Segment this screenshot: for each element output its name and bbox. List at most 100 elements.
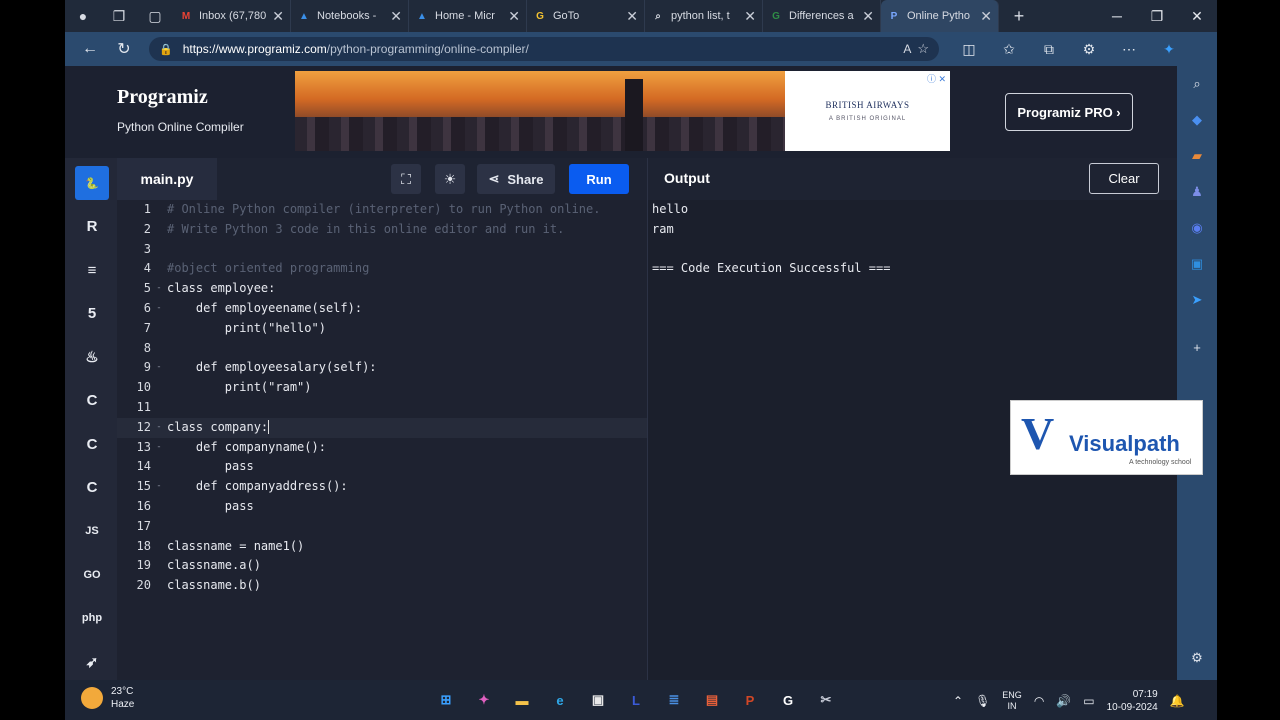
code-line[interactable]: 1 # Online Python compiler (interpreter) … — [117, 200, 647, 220]
sidebar-search-icon[interactable]: ⌕ — [1177, 66, 1217, 102]
language-csharp-icon[interactable]: C — [75, 471, 109, 505]
fold-marker[interactable]: - — [153, 299, 165, 319]
read-aloud-icon[interactable]: A — [903, 42, 911, 56]
language-c-icon[interactable]: C — [75, 384, 109, 418]
close-tab-icon[interactable]: ✕ — [744, 8, 756, 25]
split-screen-icon[interactable]: ◫ — [949, 41, 989, 58]
volume-icon[interactable]: 🔊 — [1056, 694, 1071, 708]
sidebar-tag-icon[interactable]: ◆ — [1177, 102, 1217, 138]
programiz-logo[interactable]: Programiz — [117, 86, 208, 109]
sidebar-outlook-icon[interactable]: ▣ — [1177, 246, 1217, 282]
sidebar-settings-icon[interactable]: ⚙ — [1177, 640, 1217, 676]
favorites-icon[interactable]: ✩ — [989, 41, 1029, 58]
browser-tab-3[interactable]: ▲ Home - Micr ✕ — [409, 0, 527, 32]
windows-start-icon[interactable]: ⊞ — [429, 685, 463, 715]
refresh-icon[interactable]: ↻ — [107, 39, 141, 59]
code-line[interactable]: 15- def companyaddress(): — [117, 477, 647, 497]
language-go-icon[interactable]: GO — [75, 558, 109, 592]
code-line[interactable]: 10 print("ram") — [117, 378, 647, 398]
sidebar-tools-icon[interactable]: ▰ — [1177, 138, 1217, 174]
fold-marker[interactable] — [153, 378, 165, 398]
ad-close-icon[interactable]: ⓘ ✕ — [927, 72, 946, 85]
ilovepdf-icon[interactable]: ▤ — [695, 685, 729, 715]
weather-widget[interactable]: 23°C Haze — [81, 685, 134, 711]
sidebar-add-icon[interactable]: + — [1177, 330, 1217, 366]
code-line[interactable]: 19 classname.a() — [117, 556, 647, 576]
close-window-icon[interactable]: ✕ — [1177, 8, 1217, 25]
fullscreen-icon[interactable]: ⛶ — [391, 164, 421, 194]
fold-marker[interactable] — [153, 537, 165, 557]
collections-icon[interactable]: ⧉ — [1029, 41, 1069, 58]
theme-toggle-icon[interactable]: ☀ — [435, 164, 465, 194]
fold-marker[interactable] — [153, 339, 165, 359]
browser-tab-2[interactable]: ▲ Notebooks - ✕ — [291, 0, 409, 32]
run-button[interactable]: Run — [569, 164, 629, 194]
browser-tab-5[interactable]: ⌕ python list, t ✕ — [645, 0, 763, 32]
fold-marker[interactable] — [153, 576, 165, 596]
code-line[interactable]: 18 classname = name1() — [117, 537, 647, 557]
language-sql-icon[interactable]: ≡ — [75, 253, 109, 287]
favorite-star-icon[interactable]: ☆ — [917, 41, 929, 57]
store-icon[interactable]: ▣ — [581, 685, 615, 715]
file-tab-main[interactable]: main.py — [117, 158, 217, 200]
more-menu-icon[interactable]: ⋯ — [1109, 41, 1149, 58]
restore-icon[interactable]: ❐ — [1137, 8, 1177, 25]
browser-tab-6[interactable]: G Differences a ✕ — [763, 0, 881, 32]
profile-icon[interactable]: ● — [65, 0, 101, 32]
fold-marker[interactable] — [153, 259, 165, 279]
fold-marker[interactable] — [153, 556, 165, 576]
minimize-icon[interactable]: ─ — [1097, 8, 1137, 25]
browser-tab-7[interactable]: P Online Pytho ✕ — [881, 0, 999, 32]
browser-tab-1[interactable]: M Inbox (67,780 ✕ — [173, 0, 291, 32]
url-field[interactable]: 🔒 https://www.programiz.com/python-progr… — [149, 37, 939, 61]
extensions-icon[interactable]: ⚙ — [1069, 41, 1109, 58]
language-js-icon[interactable]: JS — [75, 514, 109, 548]
sidebar-send-icon[interactable]: ➤ — [1177, 282, 1217, 318]
code-line[interactable]: 11 — [117, 398, 647, 418]
code-line[interactable]: 2 # Write Python 3 code in this online ed… — [117, 220, 647, 240]
programiz-pro-button[interactable]: Programiz PRO › — [1005, 93, 1133, 131]
microphone-icon[interactable]: 🎙 — [975, 694, 990, 708]
browser-tab-4[interactable]: G GoTo ✕ — [527, 0, 645, 32]
copilot-sidebar-icon[interactable]: ✦ — [1149, 41, 1189, 58]
code-line[interactable]: 7 print("hello") — [117, 319, 647, 339]
fold-marker[interactable] — [153, 398, 165, 418]
chrome-g-icon[interactable]: G — [771, 685, 805, 715]
language-html-icon[interactable]: 5 — [75, 297, 109, 331]
code-line[interactable]: 6- def employeename(self): — [117, 299, 647, 319]
ad-brand-panel[interactable]: BRITISH AIRWAYS A BRITISH ORIGINAL ⓘ ✕ — [785, 71, 950, 151]
notification-bell-icon[interactable]: 🔔 — [1170, 694, 1185, 708]
close-tab-icon[interactable]: ✕ — [626, 8, 638, 25]
l-app-icon[interactable]: L — [619, 685, 653, 715]
close-tab-icon[interactable]: ✕ — [508, 8, 520, 25]
close-tab-icon[interactable]: ✕ — [390, 8, 402, 25]
sidebar-copilot-icon[interactable]: ◉ — [1177, 210, 1217, 246]
workspaces-icon[interactable]: ❐ — [101, 0, 137, 32]
sidebar-games-icon[interactable]: ♟ — [1177, 174, 1217, 210]
code-line[interactable]: 3 — [117, 240, 647, 260]
language-java-icon[interactable]: ♨ — [75, 340, 109, 374]
code-line[interactable]: 14 pass — [117, 457, 647, 477]
close-tab-icon[interactable]: ✕ — [980, 8, 992, 25]
fold-marker[interactable] — [153, 240, 165, 260]
fold-marker[interactable] — [153, 200, 165, 220]
powerpoint-icon[interactable]: P — [733, 685, 767, 715]
share-button[interactable]: ⋖ Share — [477, 164, 555, 194]
edge-icon[interactable]: e — [543, 685, 577, 715]
notes-app-icon[interactable]: ≣ — [657, 685, 691, 715]
new-tab-button[interactable]: + — [999, 6, 1039, 27]
file-explorer-icon[interactable]: ▬ — [505, 685, 539, 715]
wifi-icon[interactable]: ◠ — [1034, 694, 1044, 708]
code-line[interactable]: 20 classname.b() — [117, 576, 647, 596]
fold-marker[interactable] — [153, 220, 165, 240]
code-line[interactable]: 12- class company: — [117, 417, 647, 438]
language-php-icon[interactable]: php — [75, 601, 109, 635]
back-icon[interactable]: ← — [73, 40, 107, 58]
ad-banner[interactable]: BRITISH AIRWAYS A BRITISH ORIGINAL ⓘ ✕ — [295, 71, 950, 151]
clock[interactable]: 07:19 10-09-2024 — [1107, 688, 1158, 714]
code-line[interactable]: 13- def companyname(): — [117, 438, 647, 458]
snipping-tool-icon[interactable]: ✂ — [809, 685, 843, 715]
fold-marker[interactable]: - — [153, 477, 165, 497]
copilot-icon[interactable]: ✦ — [467, 685, 501, 715]
close-tab-icon[interactable]: ✕ — [862, 8, 874, 25]
